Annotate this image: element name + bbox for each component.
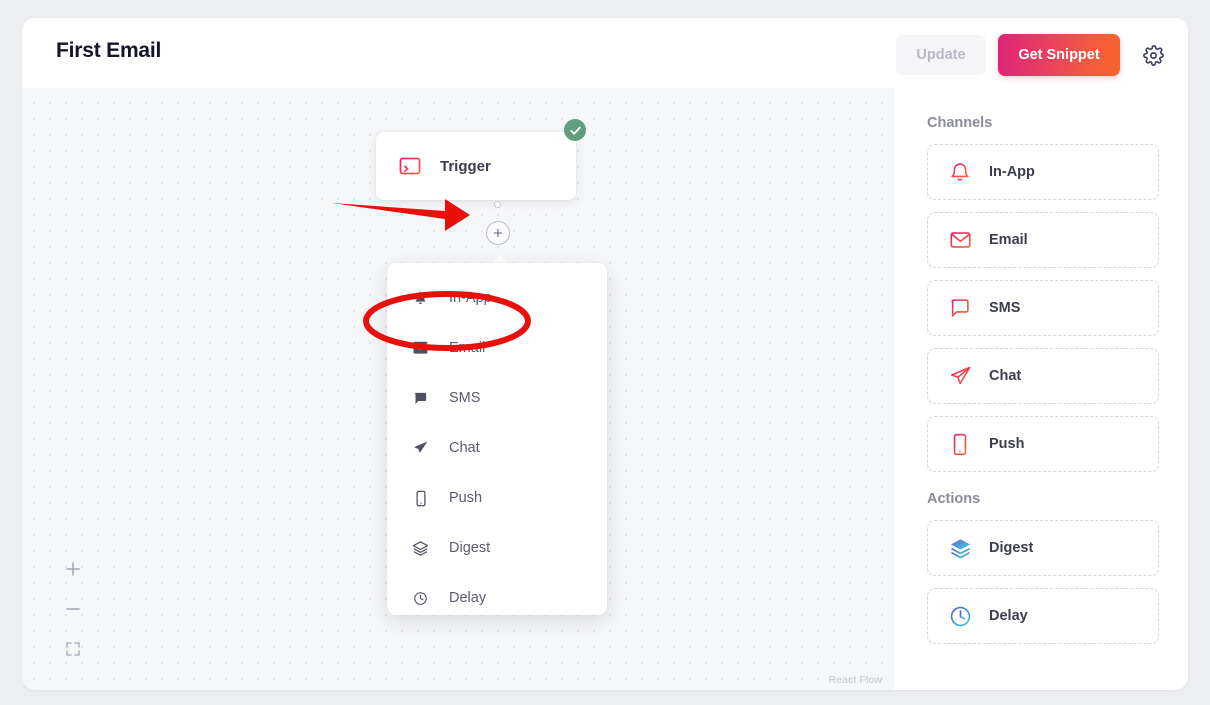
flow-canvas[interactable]: Trigger In-App Email SMS Chat Push Diges… (22, 88, 894, 690)
envelope-icon (947, 230, 973, 250)
sidebar-card-label: Digest (989, 540, 1034, 556)
gear-icon (1142, 44, 1164, 66)
paper-plane-icon (412, 440, 429, 456)
layers-icon (412, 540, 429, 557)
sidebar-card-label: Push (989, 436, 1025, 452)
add-node-button[interactable] (486, 221, 510, 245)
sidebar-card-sms[interactable]: SMS (927, 280, 1159, 336)
dropdown-item-email[interactable]: Email (387, 323, 607, 373)
terminal-icon (399, 157, 421, 175)
app-header: First Email Update Get Snippet (22, 18, 1188, 88)
dropdown-item-label: Digest (449, 540, 491, 556)
dropdown-item-delay[interactable]: Delay (387, 573, 607, 623)
clock-icon (947, 605, 973, 628)
dropdown-item-in-app[interactable]: In-App (387, 273, 607, 323)
zoom-in-button[interactable] (62, 558, 84, 580)
zoom-out-button[interactable] (62, 598, 84, 620)
clock-icon (412, 591, 429, 606)
sidebar-card-label: Delay (989, 608, 1028, 624)
plus-icon (66, 562, 80, 576)
bell-icon (947, 161, 973, 184)
dropdown-item-label: Chat (449, 440, 480, 456)
paper-plane-icon (947, 365, 973, 388)
dropdown-item-digest[interactable]: Digest (387, 523, 607, 573)
trigger-node[interactable]: Trigger (376, 132, 576, 200)
dropdown-item-label: Email (449, 340, 486, 356)
dropdown-item-sms[interactable]: SMS (387, 373, 607, 423)
sidebar-card-email[interactable]: Email (927, 212, 1159, 268)
sidebar-card-digest[interactable]: Digest (927, 520, 1159, 576)
trigger-output-handle[interactable] (494, 201, 501, 208)
flow-controls (62, 558, 84, 660)
steps-sidebar: Channels In-App Email SMS Chat Push Acti… (894, 88, 1188, 690)
fit-view-icon (66, 642, 80, 656)
sidebar-card-label: Chat (989, 368, 1022, 384)
sidebar-card-label: SMS (989, 300, 1021, 316)
minus-icon (66, 608, 80, 610)
layers-icon (947, 537, 973, 560)
header-actions: Update Get Snippet (896, 34, 1174, 76)
fit-view-button[interactable] (62, 638, 84, 660)
sidebar-card-delay[interactable]: Delay (927, 588, 1159, 644)
mobile-icon (947, 433, 973, 456)
actions-heading: Actions (927, 491, 981, 507)
bell-icon (412, 290, 429, 306)
plus-icon (493, 228, 503, 238)
check-icon (569, 126, 581, 135)
dropdown-item-label: Delay (449, 590, 487, 606)
trigger-status-badge (564, 119, 586, 141)
sidebar-card-chat[interactable]: Chat (927, 348, 1159, 404)
dropdown-item-label: Push (449, 490, 483, 506)
sidebar-card-push[interactable]: Push (927, 416, 1159, 472)
page-title: First Email (56, 39, 162, 62)
channels-heading: Channels (927, 115, 993, 131)
get-snippet-button[interactable]: Get Snippet (998, 34, 1120, 76)
react-flow-attribution[interactable]: React Flow (828, 674, 882, 686)
sidebar-card-label: Email (989, 232, 1028, 248)
chat-bubble-icon (947, 297, 973, 319)
dropdown-item-label: In-App (449, 290, 492, 306)
sidebar-card-in-app[interactable]: In-App (927, 144, 1159, 200)
add-step-dropdown: In-App Email SMS Chat Push Digest Delay (387, 263, 607, 615)
chat-bubble-icon (412, 391, 429, 406)
mobile-icon (412, 490, 429, 507)
sidebar-card-label: In-App (989, 164, 1035, 180)
update-button[interactable]: Update (896, 35, 986, 75)
dropdown-item-label: SMS (449, 390, 481, 406)
dropdown-item-push[interactable]: Push (387, 473, 607, 523)
app-window: First Email Update Get Snippet Trigger I… (22, 18, 1188, 690)
trigger-node-label: Trigger (440, 157, 491, 175)
settings-button[interactable] (1132, 34, 1174, 76)
envelope-icon (412, 341, 429, 355)
dropdown-item-chat[interactable]: Chat (387, 423, 607, 473)
